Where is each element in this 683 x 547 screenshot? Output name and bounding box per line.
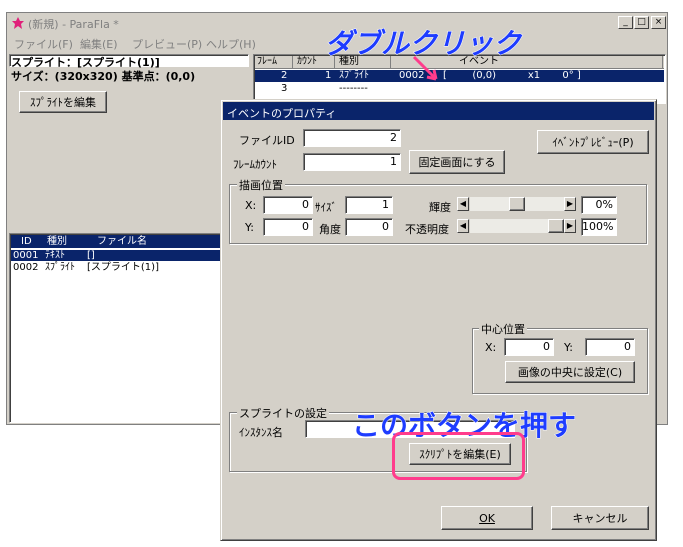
draw-x-field[interactable]: 0 (263, 196, 313, 214)
sprite-size-label: サイズ：(320x320) 基準点：(0,0) (11, 70, 196, 83)
ok-button[interactable]: OK (441, 506, 533, 530)
file-id-label: ファイルID (239, 134, 295, 147)
list-item-type: ｽﾌﾟﾗｲﾄ (45, 262, 75, 273)
event-preview-button[interactable]: ｲﾍﾞﾝﾄﾌﾟﾚﾋﾞｭｰ(P) (537, 130, 649, 154)
brightness-thumb[interactable] (509, 197, 525, 211)
col-frame[interactable]: ﾌﾚｰﾑ (255, 56, 293, 68)
opacity-slider[interactable]: ◀ ▶ (457, 219, 577, 235)
draw-x-label: X: (245, 199, 257, 212)
brightness-slider[interactable]: ◀ ▶ (457, 197, 577, 213)
menu-file[interactable]: ファイル(F) (14, 36, 73, 52)
ok-label: OK (479, 511, 495, 525)
brightness-label: 輝度 (429, 201, 451, 214)
file-id-field[interactable]: 2 (303, 129, 401, 147)
timeline-row[interactable]: 3 -------- (255, 83, 664, 95)
list-item[interactable]: 0001 ﾃｷｽﾄ [] (11, 250, 249, 261)
fixed-screen-button[interactable]: 固定画面にする (409, 150, 505, 174)
maximize-button[interactable]: □ (634, 16, 649, 29)
center-y-field[interactable]: 0 (585, 338, 635, 356)
center-image-button[interactable]: 画像の中央に設定(C) (505, 361, 635, 383)
dialog-title-bar[interactable]: イベントのプロパティ (223, 102, 654, 120)
opacity-label: 不透明度 (405, 223, 449, 236)
center-y-label: Y: (564, 341, 573, 354)
edit-sprite-button[interactable]: ｽﾌﾟﾗｲﾄを編集 (19, 91, 107, 113)
draw-y-label: Y: (245, 221, 254, 234)
pointer-arrow (412, 55, 438, 81)
brightness-field[interactable]: 0% (581, 196, 617, 214)
col-filename[interactable]: ファイル名 (97, 235, 147, 248)
frame-count-field[interactable]: 1 (303, 153, 401, 171)
size-field[interactable]: 1 (345, 196, 393, 214)
angle-label: 角度 (319, 223, 341, 236)
list-item-id: 0002 (13, 262, 39, 273)
script-button-highlight (392, 432, 525, 480)
timeline-frame: 2 (281, 70, 288, 81)
minimize-button[interactable]: _ (618, 16, 633, 29)
opacity-right-arrow[interactable]: ▶ (564, 219, 576, 233)
angle-field[interactable]: 0 (345, 218, 393, 236)
menu-edit[interactable]: 編集(E) (80, 36, 118, 52)
opacity-thumb[interactable] (548, 219, 564, 233)
close-button[interactable]: × (651, 16, 666, 29)
sprite-settings-label: スプライトの設定 (237, 405, 329, 421)
list-item[interactable]: 0002 ｽﾌﾟﾗｲﾄ [スプライト(1)] (11, 262, 249, 273)
timeline-frame: 3 (281, 83, 288, 94)
center-x-field[interactable]: 0 (504, 338, 554, 356)
size-label: ｻｲｽﾞ (315, 201, 337, 214)
timeline-type: ｽﾌﾟﾗｲﾄ (339, 70, 369, 81)
app-icon (11, 16, 25, 30)
draw-y-field[interactable]: 0 (263, 218, 313, 236)
file-list-header: ID 種別 ファイル名 (11, 235, 249, 248)
center-x-label: X: (485, 341, 497, 354)
main-window-title: (新規) - ParaFla * (28, 18, 119, 31)
brightness-left-arrow[interactable]: ◀ (457, 197, 469, 211)
timeline-event: [ (0,0) x1 0° ] (443, 70, 581, 81)
menu-help[interactable]: ヘルプ(H) (206, 36, 256, 52)
list-item-name: [] (87, 250, 95, 261)
list-item-id: 0001 (13, 250, 39, 261)
timeline-row-selected[interactable]: 2 1 ｽﾌﾟﾗｲﾄ 0002 [ (0,0) x1 0° ] (255, 70, 664, 82)
timeline-type: -------- (339, 83, 368, 94)
opacity-field[interactable]: 100% (581, 218, 617, 236)
opacity-left-arrow[interactable]: ◀ (457, 219, 469, 233)
instance-name-label: ｲﾝｽﾀﾝｽ名 (239, 426, 283, 439)
dialog-title: イベントのプロパティ (227, 107, 337, 120)
col-id[interactable]: ID (21, 235, 32, 248)
file-list: ID 種別 ファイル名 0001 ﾃｷｽﾄ [] 0002 ｽﾌﾟﾗｲﾄ [スプ… (9, 233, 251, 423)
list-item-type: ﾃｷｽﾄ (45, 250, 65, 261)
brightness-right-arrow[interactable]: ▶ (564, 197, 576, 211)
cancel-button[interactable]: キャンセル (551, 506, 649, 530)
col-type[interactable]: 種別 (47, 235, 67, 248)
draw-position-label: 描画位置 (237, 177, 285, 193)
list-item-name: [スプライト(1)] (87, 262, 159, 273)
frame-count-label: ﾌﾚｰﾑｶｳﾝﾄ (233, 158, 277, 171)
menu-preview[interactable]: プレビュー(P) (132, 36, 202, 52)
timeline-count: 1 (325, 70, 332, 81)
center-position-label: 中心位置 (479, 321, 527, 337)
